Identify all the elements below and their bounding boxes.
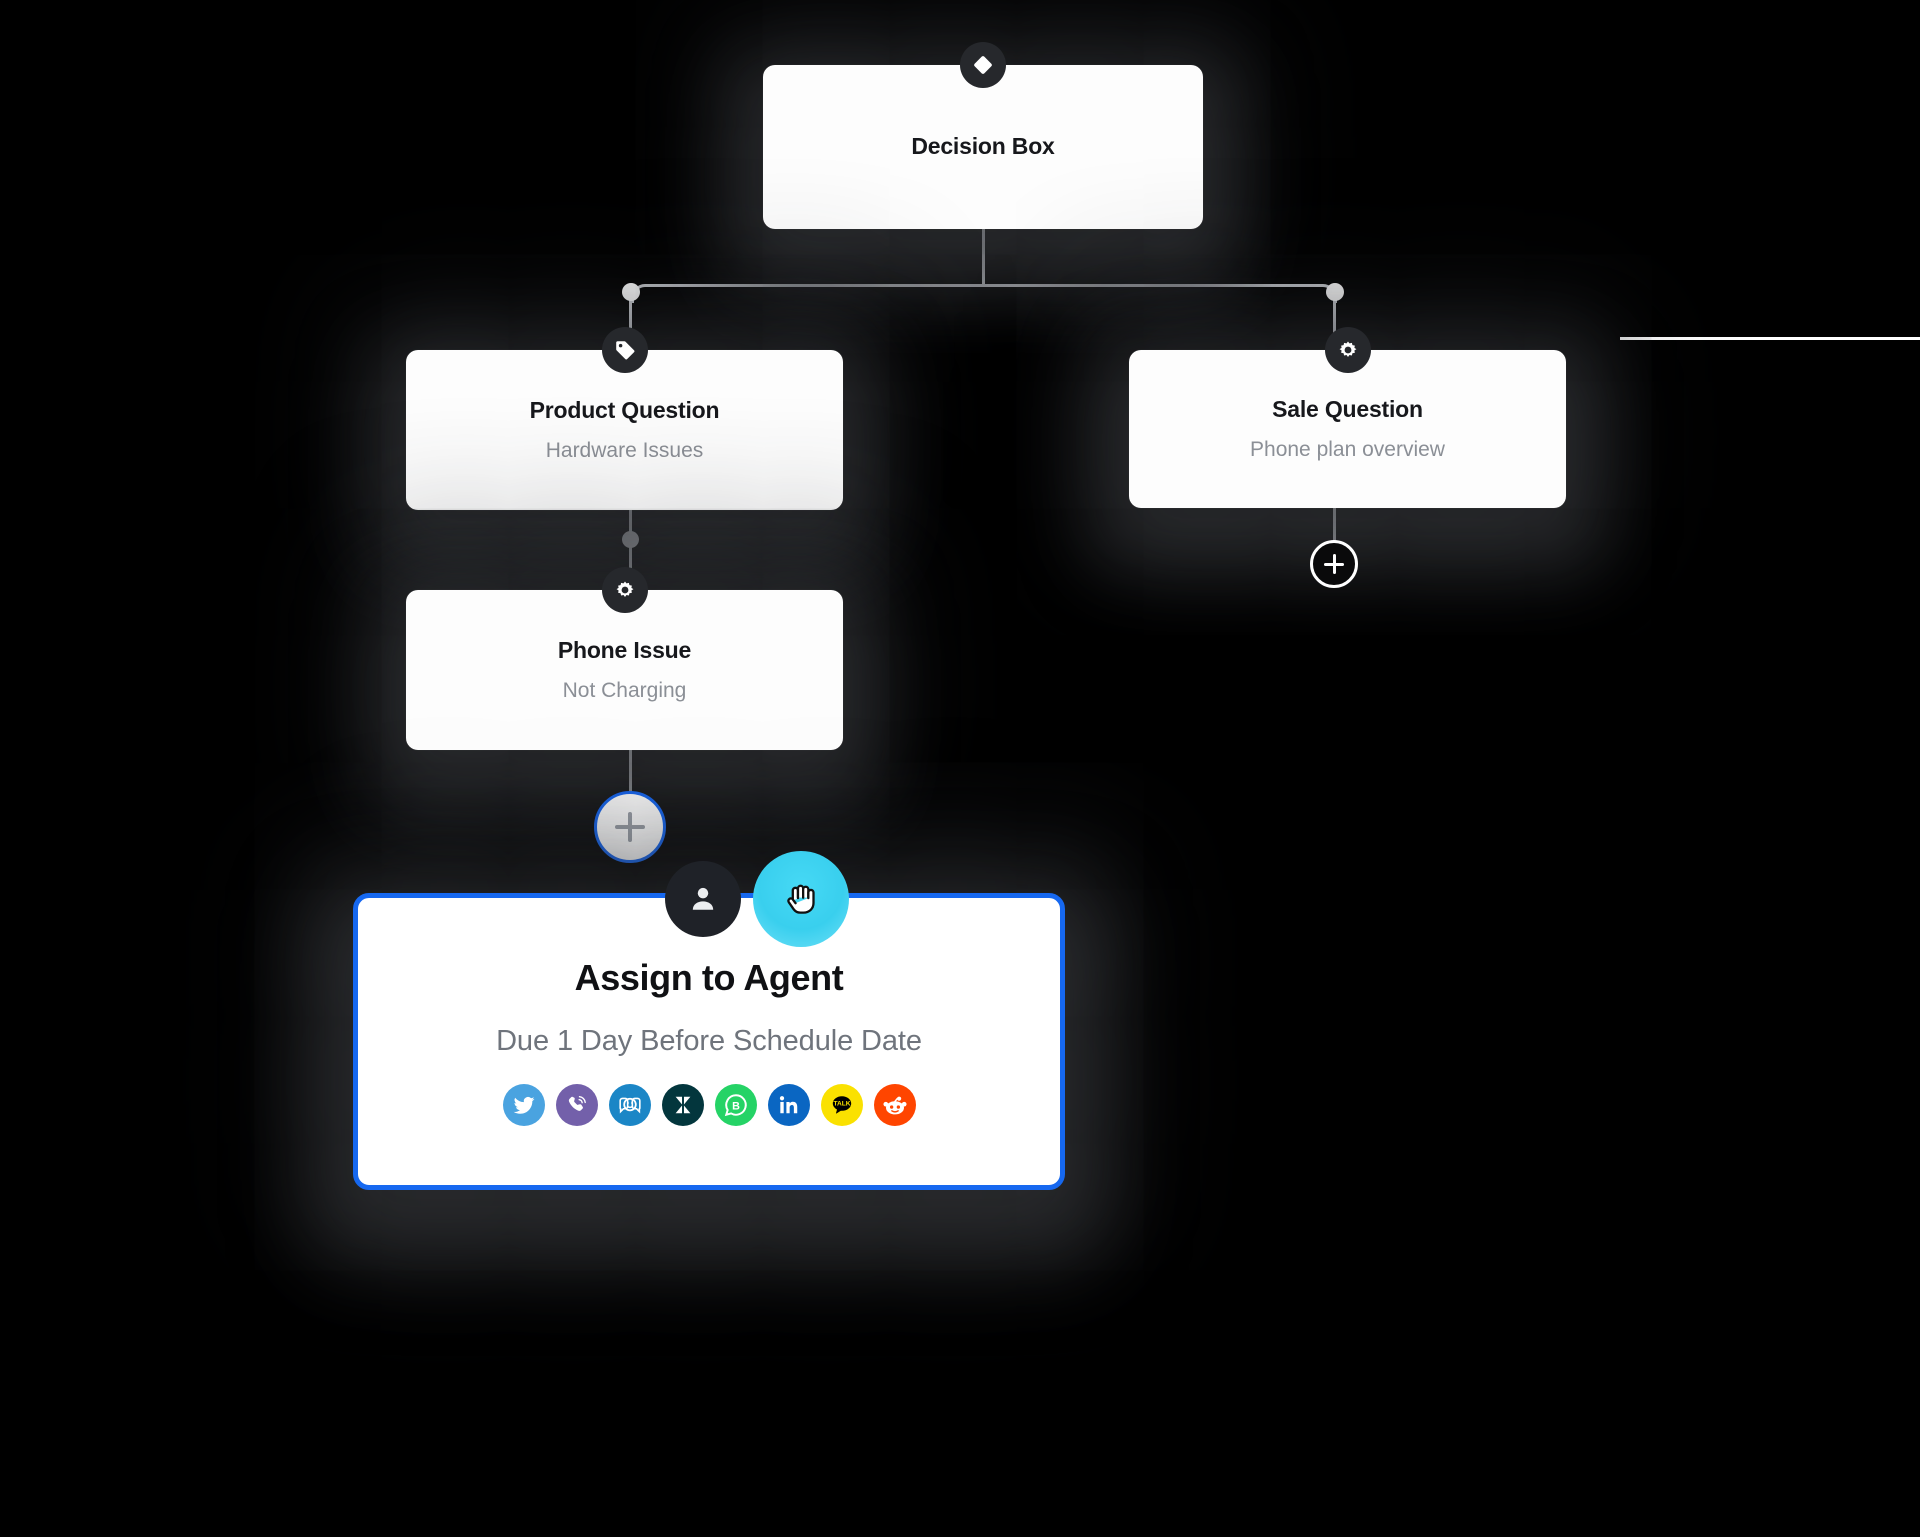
node-title: Product Question — [529, 397, 720, 424]
node-subtitle: Phone plan overview — [1250, 437, 1445, 461]
avatar — [665, 861, 741, 937]
gear-icon — [1324, 327, 1371, 373]
connector-dot-left[interactable] — [622, 283, 640, 301]
gear-icon — [601, 567, 648, 613]
add-node-button-left[interactable] — [594, 791, 666, 863]
zendesk-icon[interactable] — [661, 1084, 704, 1126]
node-assign-to-agent[interactable]: Assign to Agent Due 1 Day Before Schedul… — [353, 893, 1065, 1190]
add-node-button-right[interactable] — [1310, 540, 1358, 588]
node-title: Phone Issue — [557, 637, 692, 664]
node-product-question[interactable]: Product Question Hardware Issues — [406, 327, 843, 510]
tag-icon — [601, 327, 648, 373]
connector-dot-mid[interactable] — [622, 531, 639, 548]
kakaotalk-icon[interactable]: TALK — [820, 1084, 863, 1126]
node-decision-box[interactable]: Decision Box — [763, 42, 1203, 229]
node-subtitle: Due 1 Day Before Schedule Date — [496, 1025, 922, 1057]
node-title: Assign to Agent — [574, 957, 844, 998]
node-title: Sale Question — [1272, 396, 1423, 423]
node-title: Decision Box — [911, 133, 1055, 160]
node-sale-question[interactable]: Sale Question Phone plan overview — [1129, 327, 1566, 508]
person-icon — [692, 887, 714, 910]
plus-vertical-bar — [628, 812, 632, 842]
connector-rail-right — [1620, 337, 1920, 340]
connector-decision-stem — [982, 228, 985, 284]
node-subtitle: Hardware Issues — [545, 438, 704, 462]
svg-text:TALK: TALK — [833, 1101, 850, 1108]
connector-elbow-right — [982, 284, 1337, 303]
connector-dot-right[interactable] — [1326, 283, 1344, 301]
whatsapp-business-icon[interactable]: B — [714, 1084, 757, 1126]
jivochat-icon[interactable] — [608, 1084, 651, 1126]
reddit-icon[interactable] — [873, 1084, 916, 1126]
connector-phone-to-add — [629, 748, 632, 796]
node-phone-issue[interactable]: Phone Issue Not Charging — [406, 567, 843, 750]
svg-text:B: B — [732, 1100, 740, 1112]
viber-icon[interactable] — [555, 1084, 598, 1126]
channel-icon-row: B TALK — [502, 1084, 916, 1126]
hand-grab-cursor-icon[interactable] — [753, 851, 849, 947]
twitter-icon[interactable] — [502, 1084, 545, 1126]
flow-canvas[interactable]: Decision Box Product Question Hardware I… — [0, 0, 1920, 1537]
linkedin-icon[interactable] — [767, 1084, 810, 1126]
diamond-icon — [960, 42, 1006, 88]
plus-vertical-bar — [1332, 554, 1336, 574]
connector-elbow-left — [631, 284, 986, 303]
node-subtitle: Not Charging — [562, 678, 687, 702]
